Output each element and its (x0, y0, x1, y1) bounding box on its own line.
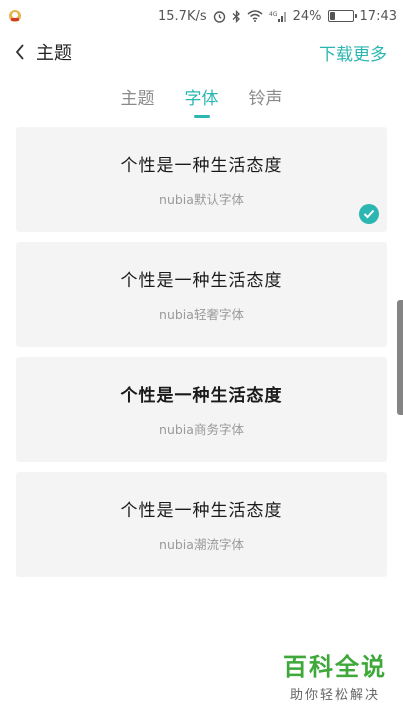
font-card-default[interactable]: 个性是一种生活态度 nubia默认字体 (16, 127, 387, 232)
tab-font-label: 字体 (184, 89, 219, 109)
font-card-light-luxury[interactable]: 个性是一种生活态度 nubia轻奢字体 (16, 242, 387, 347)
battery-fill (329, 12, 335, 20)
watermark-sub-text: 助你轻松解决 (289, 688, 380, 703)
notification-app-icon (9, 10, 21, 22)
tab-ringtone[interactable]: 铃声 (247, 80, 285, 116)
bluetooth-icon (232, 9, 240, 23)
back-button[interactable]: 主题 (14, 39, 72, 65)
font-name: nubia商务字体 (159, 422, 244, 437)
download-more-button[interactable]: 下载更多 (319, 40, 387, 65)
alarm-icon (213, 10, 225, 23)
watermark-main-text: 百科全说 (283, 653, 387, 681)
watermark-logo: 百科全说 助你轻松解决 (283, 647, 387, 703)
status-bar: 15.7K/s 4G 24% 17:43 (0, 0, 403, 32)
selected-check-icon (359, 204, 379, 224)
clock-time: 17:43 (359, 8, 397, 24)
side-drag-handle[interactable] (397, 300, 403, 415)
battery-percent: 24% (292, 8, 322, 24)
font-sample-text: 个性是一种生活态度 (120, 501, 283, 521)
network-speed: 15.7K/s (158, 8, 207, 24)
font-name: nubia潮流字体 (159, 537, 244, 552)
font-list: 个性是一种生活态度 nubia默认字体 个性是一种生活态度 nubia轻奢字体 … (16, 127, 387, 587)
font-sample-text: 个性是一种生活态度 (120, 271, 283, 291)
font-name: nubia默认字体 (159, 192, 244, 207)
page-title: 主题 (36, 43, 72, 64)
font-card-trendy[interactable]: 个性是一种生活态度 nubia潮流字体 (16, 472, 387, 577)
signal-label: 4G (269, 11, 278, 18)
font-sample-text: 个性是一种生活态度 (120, 156, 283, 176)
cellular-4g-icon: 4G (269, 11, 286, 22)
status-indicators: 15.7K/s 4G 24% 17:43 (158, 9, 397, 24)
tab-theme[interactable]: 主题 (119, 80, 157, 116)
active-tab-indicator (193, 115, 210, 118)
font-name: nubia轻奢字体 (159, 307, 244, 322)
font-sample-text: 个性是一种生活态度 (120, 386, 283, 406)
font-card-business[interactable]: 个性是一种生活态度 nubia商务字体 (16, 357, 387, 462)
chevron-left-icon (15, 44, 24, 60)
tab-bar: 主题 字体 铃声 (0, 80, 403, 118)
battery-icon (327, 10, 357, 22)
tab-font[interactable]: 字体 (183, 80, 221, 118)
app-header: 主题 下载更多 (0, 32, 403, 72)
wifi-icon (247, 10, 263, 22)
